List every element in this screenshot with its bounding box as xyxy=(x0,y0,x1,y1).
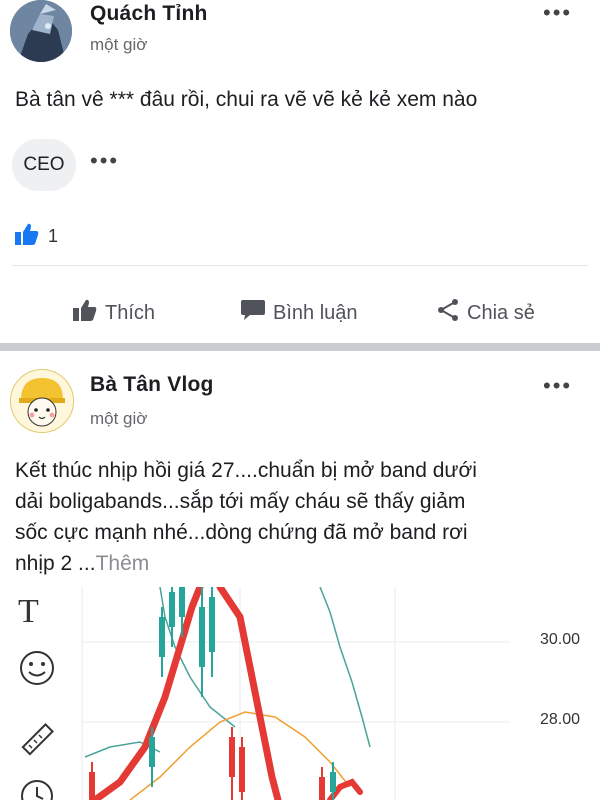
post-separator xyxy=(0,343,600,351)
like-button[interactable]: Thích xyxy=(72,298,155,328)
action-bar: Thích Bình luận Chia sẻ xyxy=(0,290,600,338)
more-options-icon[interactable]: ••• xyxy=(90,148,119,174)
like-label: Thích xyxy=(105,301,156,324)
post-text: Bà tân vê *** đâu rồi, chui ra vẽ vẽ kẻ … xyxy=(15,88,478,111)
post-timestamp[interactable]: một giờ xyxy=(90,409,147,429)
post-timestamp[interactable]: một giờ xyxy=(90,35,147,55)
price-axis-label: 28.00 xyxy=(539,711,580,728)
post-text-line-end: nhịp 2 ... xyxy=(15,552,96,575)
clock-tool-icon[interactable] xyxy=(18,777,56,800)
author-name[interactable]: Bà Tân Vlog xyxy=(90,373,214,397)
avatar[interactable] xyxy=(10,0,72,62)
share-button[interactable]: Chia sẻ xyxy=(436,298,535,328)
chart-image[interactable]: T 30.00 28.00 xyxy=(0,587,600,800)
more-options-icon[interactable]: ••• xyxy=(543,373,572,399)
share-icon xyxy=(436,298,460,328)
comment-label: Bình luận xyxy=(273,301,358,324)
author-name[interactable]: Quách Tỉnh xyxy=(90,2,208,26)
reaction-summary[interactable]: 1 xyxy=(14,222,58,251)
user-tag-chip[interactable]: CEO xyxy=(12,139,76,191)
post-text-line: nhịp 2 ...Thêm xyxy=(15,548,477,579)
see-more-link[interactable]: Thêm xyxy=(96,552,150,575)
ruler-tool-icon[interactable] xyxy=(18,721,56,764)
price-axis-label: 30.00 xyxy=(539,631,580,648)
post-text-line: Kết thúc nhịp hồi giá 27....chuẩn bị mở … xyxy=(15,459,477,482)
post-text-line: sốc cực mạnh nhé...dòng chứng đã mở band… xyxy=(15,521,468,544)
post-text-line: dải boligabands...sắp tới mấy cháu sẽ th… xyxy=(15,490,466,513)
post-card: Bà Tân Vlog một giờ ••• Kết thúc nhịp hồ… xyxy=(0,351,600,800)
comment-button[interactable]: Bình luận xyxy=(240,298,358,328)
like-icon xyxy=(72,298,98,328)
reaction-count: 1 xyxy=(48,226,59,246)
like-reaction-icon xyxy=(14,222,40,251)
emoji-tool-icon[interactable] xyxy=(18,649,56,692)
more-options-icon[interactable]: ••• xyxy=(543,0,572,26)
text-tool-icon[interactable]: T xyxy=(18,593,39,631)
post-card: Quách Tỉnh một giờ ••• Bà tân vê *** đâu… xyxy=(0,0,600,343)
post-text: Kết thúc nhịp hồi giá 27....chuẩn bị mở … xyxy=(15,455,477,579)
share-label: Chia sẻ xyxy=(467,301,535,324)
avatar[interactable] xyxy=(10,369,74,433)
comment-icon xyxy=(240,298,266,328)
divider xyxy=(12,265,588,266)
